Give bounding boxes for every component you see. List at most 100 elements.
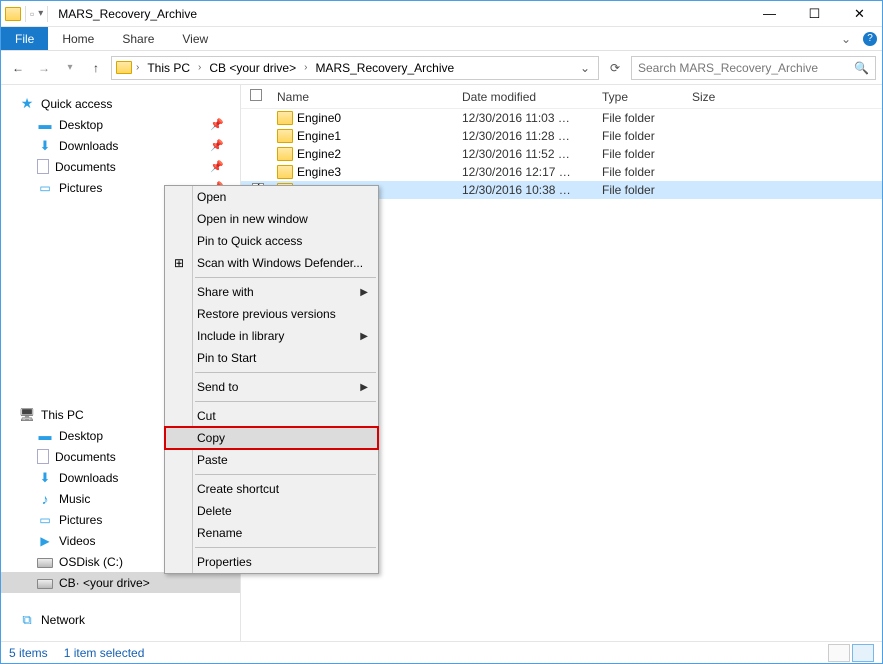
chevron-right-icon: ▶ — [360, 331, 368, 342]
file-type: File folder — [596, 183, 686, 197]
menu-open[interactable]: Open — [165, 186, 378, 208]
view-details-button[interactable] — [828, 644, 850, 662]
window-title: MARS_Recovery_Archive — [58, 7, 197, 21]
star-icon: ★ — [19, 97, 35, 111]
status-item-count: 5 items — [9, 646, 48, 660]
drive-icon — [37, 558, 53, 568]
menu-include-library[interactable]: Include in library▶ — [165, 325, 378, 347]
home-tab[interactable]: Home — [48, 27, 108, 50]
menu-send-to[interactable]: Send to▶ — [165, 376, 378, 398]
address-dropdown[interactable]: ⌄ — [576, 61, 594, 75]
menu-properties[interactable]: Properties — [165, 551, 378, 573]
help-button[interactable]: ? — [858, 27, 882, 50]
sidebar-item-desktop[interactable]: ▬Desktop📌 — [1, 114, 240, 135]
address-bar[interactable]: › This PC › CB <your drive> › MARS_Recov… — [111, 56, 599, 80]
back-button[interactable]: ← — [7, 57, 29, 79]
minimize-button[interactable]: — — [747, 1, 792, 26]
refresh-button[interactable]: ⟳ — [603, 61, 627, 75]
file-date: 12/30/2016 11:03 … — [456, 111, 596, 125]
status-selected-count: 1 item selected — [64, 646, 145, 660]
view-tab[interactable]: View — [168, 27, 222, 50]
menu-share-with[interactable]: Share with▶ — [165, 281, 378, 303]
qat-item[interactable]: ▫ — [30, 7, 34, 21]
quick-access[interactable]: ★Quick access — [1, 93, 240, 114]
maximize-button[interactable]: ☐ — [792, 1, 837, 26]
menu-copy[interactable]: Copy — [165, 427, 378, 449]
drive-icon — [37, 579, 53, 589]
column-headers: Name Date modified Type Size — [241, 85, 882, 109]
menu-restore-versions[interactable]: Restore previous versions — [165, 303, 378, 325]
sidebar-item-yourdrive[interactable]: CB· <your drive> — [1, 572, 240, 593]
nav-bar: ← → ▾ ↑ › This PC › CB <your drive> › MA… — [1, 51, 882, 85]
pictures-icon: ▭ — [37, 181, 53, 195]
pin-icon: 📌 — [210, 118, 224, 131]
share-tab[interactable]: Share — [108, 27, 168, 50]
titlebar: ▫ ▾ MARS_Recovery_Archive — ☐ ✕ — [1, 1, 882, 27]
view-large-button[interactable] — [852, 644, 874, 662]
file-name: Engine0 — [297, 111, 341, 125]
videos-icon: ▶ — [37, 534, 53, 548]
file-tab[interactable]: File — [1, 27, 48, 50]
search-box[interactable]: Search MARS_Recovery_Archive 🔍 — [631, 56, 876, 80]
pc-icon: 🖥 — [19, 408, 35, 422]
sidebar-item-documents[interactable]: Documents📌 — [1, 156, 240, 177]
breadcrumb-seg[interactable]: MARS_Recovery_Archive — [311, 61, 458, 75]
folder-icon — [116, 61, 132, 74]
chevron-right-icon: ▶ — [360, 287, 368, 298]
help-icon: ? — [863, 32, 877, 46]
chevron-right-icon[interactable]: › — [134, 62, 141, 73]
menu-pin-start[interactable]: Pin to Start — [165, 347, 378, 369]
menu-cut[interactable]: Cut — [165, 405, 378, 427]
ribbon-expand-icon[interactable]: ⌄ — [834, 27, 858, 50]
search-icon: 🔍 — [854, 61, 869, 75]
table-row[interactable]: Engine2 12/30/2016 11:52 …File folder — [241, 145, 882, 163]
menu-open-new-window[interactable]: Open in new window — [165, 208, 378, 230]
file-type: File folder — [596, 129, 686, 143]
quick-access-toolbar: ▫ ▾ — [1, 6, 52, 22]
music-icon: ♪ — [37, 492, 53, 506]
pictures-icon: ▭ — [37, 513, 53, 527]
column-checkbox[interactable] — [241, 89, 271, 104]
menu-create-shortcut[interactable]: Create shortcut — [165, 478, 378, 500]
folder-icon — [277, 129, 293, 143]
menu-paste[interactable]: Paste — [165, 449, 378, 471]
chevron-right-icon[interactable]: › — [196, 62, 203, 73]
forward-button[interactable]: → — [33, 57, 55, 79]
breadcrumb-seg[interactable]: CB <your drive> — [205, 61, 300, 75]
menu-delete[interactable]: Delete — [165, 500, 378, 522]
menu-pin-quick-access[interactable]: Pin to Quick access — [165, 230, 378, 252]
column-name[interactable]: Name — [271, 90, 456, 104]
menu-rename[interactable]: Rename — [165, 522, 378, 544]
context-menu: Open Open in new window Pin to Quick acc… — [164, 185, 379, 574]
menu-scan-defender[interactable]: ⊞Scan with Windows Defender... — [165, 252, 378, 274]
chevron-right-icon: ▶ — [360, 382, 368, 393]
table-row[interactable]: Engine312/30/2016 12:17 …File folder — [241, 163, 882, 181]
file-date: 12/30/2016 10:38 … — [456, 183, 596, 197]
table-row[interactable]: Engine0 12/30/2016 11:03 …File folder — [241, 109, 882, 127]
qat-dropdown[interactable]: ▾ — [38, 8, 43, 19]
file-date: 12/30/2016 11:28 … — [456, 129, 596, 143]
recent-dd[interactable]: ▾ — [59, 57, 81, 79]
network[interactable]: ⧉Network — [1, 609, 240, 630]
pin-icon: 📌 — [210, 139, 224, 152]
ribbon-tabs: File Home Share View ⌄ ? — [1, 27, 882, 51]
download-icon: ⬇ — [37, 139, 53, 153]
file-date: 12/30/2016 12:17 … — [456, 165, 596, 179]
sidebar-item-downloads[interactable]: ⬇Downloads📌 — [1, 135, 240, 156]
file-list: Name Date modified Type Size Engine0 12/3… — [241, 85, 882, 641]
file-type: File folder — [596, 147, 686, 161]
column-date[interactable]: Date modified — [456, 90, 596, 104]
desktop-icon: ▬ — [37, 118, 53, 132]
close-button[interactable]: ✕ — [837, 1, 882, 26]
up-button[interactable]: ↑ — [85, 57, 107, 79]
file-name: Engine2 — [297, 147, 341, 161]
folder-icon — [277, 165, 293, 179]
file-type: File folder — [596, 111, 686, 125]
column-type[interactable]: Type — [596, 90, 686, 104]
breadcrumb-seg[interactable]: This PC — [143, 61, 194, 75]
table-row[interactable]: Engine112/30/2016 11:28 …File folder — [241, 127, 882, 145]
search-placeholder: Search MARS_Recovery_Archive — [638, 61, 818, 75]
column-size[interactable]: Size — [686, 90, 746, 104]
chevron-right-icon[interactable]: › — [302, 62, 309, 73]
file-date: 12/30/2016 11:52 … — [456, 147, 596, 161]
